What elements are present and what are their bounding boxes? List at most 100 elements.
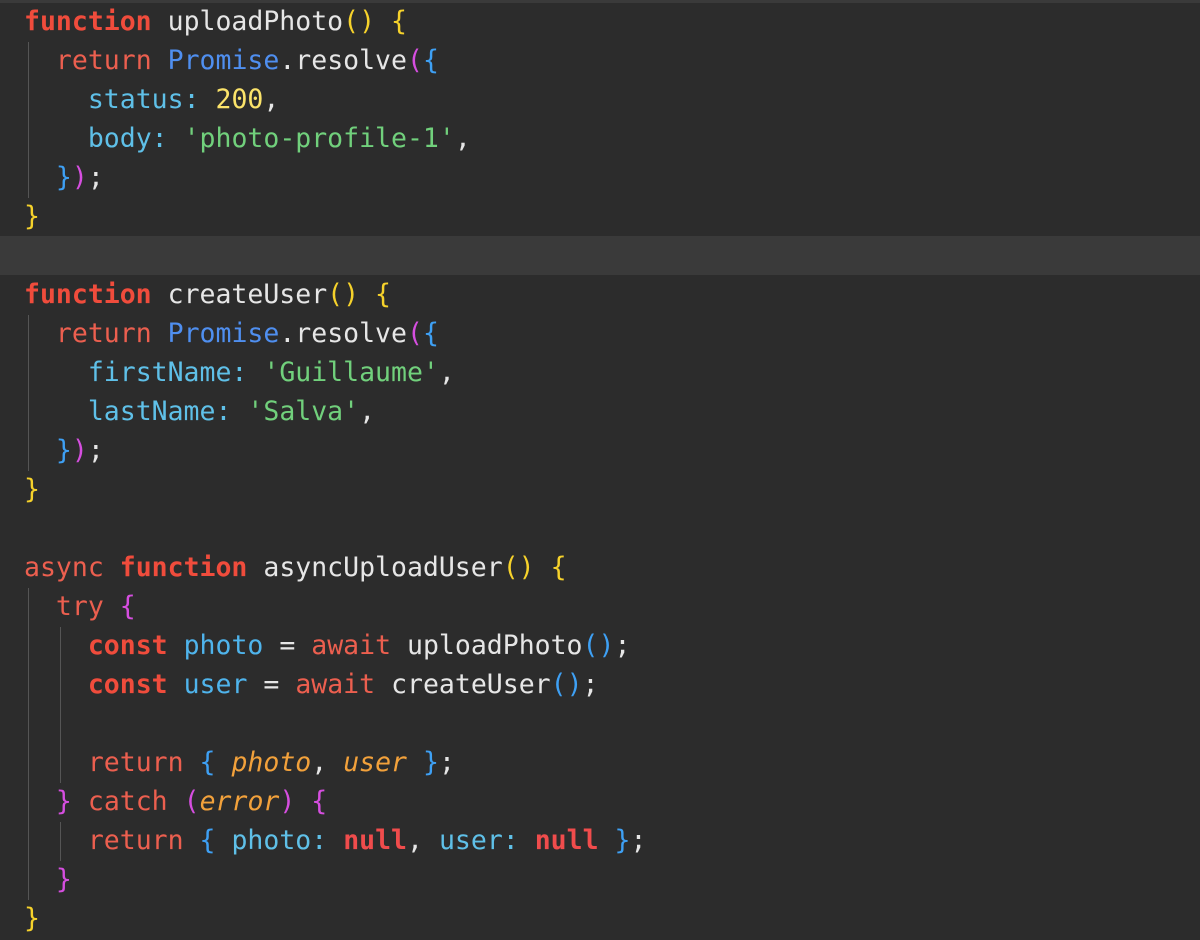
brace-close: } — [614, 825, 631, 856]
keyword-const: const — [87, 669, 168, 700]
variable-photo: photo — [183, 630, 264, 661]
keyword-return: return — [87, 747, 184, 778]
call-createuser: createUser — [391, 669, 551, 700]
keyword-function: function — [119, 552, 248, 583]
keyword-try: try — [55, 591, 104, 622]
colon: : — [183, 84, 200, 115]
code-line-1[interactable]: function uploadPhoto() { — [0, 2, 1200, 41]
paren-close: ) — [71, 435, 88, 466]
paren: () — [343, 6, 376, 37]
colon: : — [502, 825, 519, 856]
paren: () — [502, 552, 535, 583]
shorthand-photo: photo — [231, 747, 312, 778]
class-promise: Promise — [167, 318, 280, 349]
semicolon: ; — [582, 669, 599, 700]
keyword-const: const — [87, 630, 168, 661]
keyword-await: await — [295, 669, 376, 700]
semicolon: ; — [438, 747, 455, 778]
dot: . — [279, 318, 296, 349]
brace-close: } — [24, 201, 40, 232]
brace-open: { — [199, 747, 216, 778]
semicolon: ; — [87, 162, 104, 193]
code-line-19[interactable] — [0, 704, 1200, 743]
dot: . — [279, 45, 296, 76]
semicolon: ; — [87, 435, 104, 466]
brace-open: { — [375, 279, 392, 310]
brace-open: { — [311, 786, 328, 817]
shorthand-user: user — [343, 747, 408, 778]
keyword-return: return — [87, 825, 184, 856]
brace-open: { — [422, 318, 439, 349]
brace-close: } — [55, 864, 72, 895]
operator-assign: = — [263, 669, 280, 700]
code-line-22[interactable]: return { photo: null, user: null }; — [0, 821, 1200, 860]
paren-close: ) — [279, 786, 296, 817]
code-line-7-current[interactable] — [0, 236, 1200, 275]
keyword-return: return — [55, 45, 152, 76]
keyword-catch: catch — [87, 786, 168, 817]
code-line-23[interactable]: } — [0, 860, 1200, 899]
function-name-createuser: createUser — [167, 279, 328, 310]
string-photo-profile: 'photo-profile-1' — [183, 123, 455, 154]
class-promise: Promise — [167, 45, 280, 76]
property-lastname: lastName — [87, 396, 216, 427]
brace-close: } — [55, 162, 72, 193]
operator-assign: = — [279, 630, 296, 661]
paren-open: ( — [183, 786, 200, 817]
brace-open: { — [199, 825, 216, 856]
property-body: body — [87, 123, 152, 154]
function-name-uploadphoto: uploadPhoto — [167, 6, 344, 37]
code-line-9[interactable]: return Promise.resolve({ — [0, 314, 1200, 353]
colon: : — [311, 825, 328, 856]
comma: , — [263, 84, 280, 115]
code-line-5[interactable]: }); — [0, 158, 1200, 197]
code-line-10[interactable]: firstName: 'Guillaume', — [0, 353, 1200, 392]
paren: () — [550, 669, 583, 700]
code-line-17[interactable]: const photo = await uploadPhoto(); — [0, 626, 1200, 665]
code-line-20[interactable]: return { photo, user }; — [0, 743, 1200, 782]
literal-null: null — [343, 825, 408, 856]
property-firstname: firstName — [87, 357, 232, 388]
code-line-16[interactable]: try { — [0, 587, 1200, 626]
brace-close: } — [55, 435, 72, 466]
code-line-12[interactable]: }); — [0, 431, 1200, 470]
comma: , — [359, 396, 376, 427]
method-resolve: resolve — [295, 318, 407, 349]
code-line-24[interactable]: } — [0, 899, 1200, 938]
keyword-function: function — [24, 279, 152, 310]
paren-close: ) — [71, 162, 88, 193]
brace-close: } — [24, 474, 40, 505]
brace-open: { — [550, 552, 567, 583]
code-line-4[interactable]: body: 'photo-profile-1', — [0, 119, 1200, 158]
code-line-21[interactable]: } catch (error) { — [0, 782, 1200, 821]
brace-close: } — [55, 786, 72, 817]
code-line-13[interactable]: } — [0, 470, 1200, 509]
colon: : — [151, 123, 168, 154]
comma: , — [454, 123, 471, 154]
code-line-11[interactable]: lastName: 'Salva', — [0, 392, 1200, 431]
paren-open: ( — [406, 45, 423, 76]
code-line-3[interactable]: status: 200, — [0, 80, 1200, 119]
colon: : — [231, 357, 248, 388]
brace-close: } — [422, 747, 439, 778]
variable-user: user — [183, 669, 248, 700]
method-resolve: resolve — [295, 45, 407, 76]
code-line-14[interactable] — [0, 509, 1200, 548]
semicolon: ; — [614, 630, 631, 661]
code-line-15[interactable]: async function asyncUploadUser() { — [0, 548, 1200, 587]
code-line-8[interactable]: function createUser() { — [0, 275, 1200, 314]
semicolon: ; — [630, 825, 647, 856]
code-editor[interactable]: function uploadPhoto() { return Promise.… — [0, 0, 1200, 940]
number-200: 200 — [215, 84, 264, 115]
code-line-2[interactable]: return Promise.resolve({ — [0, 41, 1200, 80]
keyword-async: async — [24, 552, 104, 583]
string-guillaume: 'Guillaume' — [263, 357, 439, 388]
keyword-function: function — [24, 6, 152, 37]
function-name-asyncuploaduser: asyncUploadUser — [263, 552, 503, 583]
string-salva: 'Salva' — [247, 396, 360, 427]
code-line-6[interactable]: } — [0, 197, 1200, 236]
keyword-return: return — [55, 318, 152, 349]
call-uploadphoto: uploadPhoto — [407, 630, 583, 661]
property-user: user — [438, 825, 503, 856]
code-line-18[interactable]: const user = await createUser(); — [0, 665, 1200, 704]
